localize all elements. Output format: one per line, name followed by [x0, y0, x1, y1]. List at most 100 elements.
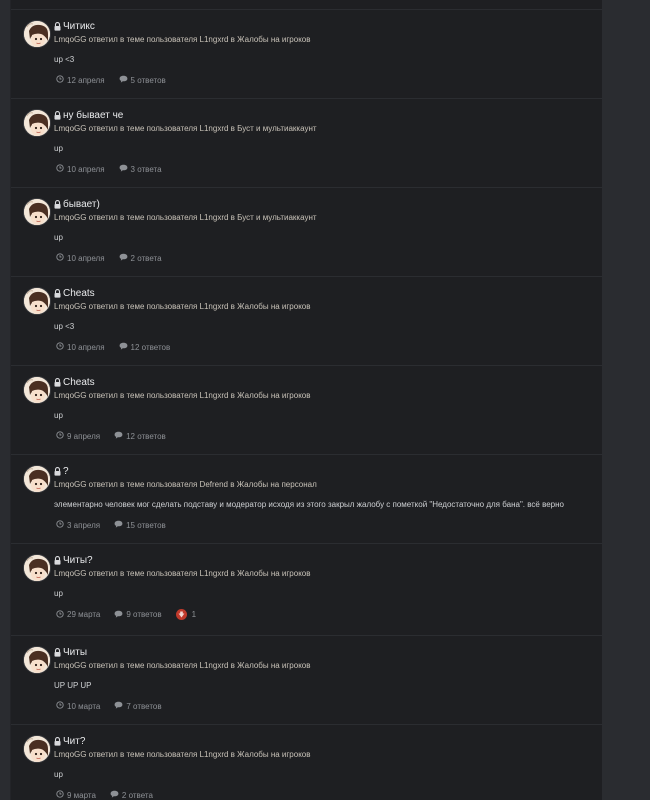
activity-meta: LmqoGG ответил в теме пользователя L1ngx…	[54, 35, 311, 44]
avatar[interactable]	[23, 376, 51, 404]
topic-title-link[interactable]: Читы?	[63, 555, 93, 566]
reply-count-text: 12 ответов	[130, 342, 171, 352]
reply-count-text: 2 ответа	[121, 790, 153, 800]
avatar[interactable]	[23, 465, 51, 493]
title-row: Читы	[54, 645, 87, 659]
post-snippet: up <3	[54, 322, 75, 331]
lock-icon	[54, 288, 61, 298]
item-stats: 9 марта 2 ответа	[56, 790, 167, 800]
title-row: ну бывает че	[54, 108, 123, 122]
avatar[interactable]	[23, 646, 51, 674]
item-stats: 10 марта 7 ответов	[56, 701, 176, 711]
lock-icon	[54, 110, 61, 120]
dislike-reaction-icon	[175, 609, 187, 620]
post-date-text: 29 марта	[67, 610, 101, 619]
post-snippet: up	[54, 770, 63, 779]
reaction[interactable]: 1	[175, 609, 197, 620]
post-snippet: элементарно человек мог сделать подставу…	[54, 500, 564, 509]
avatar[interactable]	[23, 735, 51, 763]
title-row: ?	[54, 464, 69, 478]
comment-icon	[114, 610, 126, 620]
avatar[interactable]	[23, 198, 51, 226]
comment-icon	[119, 253, 131, 263]
reply-count[interactable]: 3 ответа	[119, 164, 162, 174]
item-stats: 3 апреля 15 ответов	[56, 520, 180, 530]
activity-meta: LmqoGG ответил в теме пользователя L1ngx…	[54, 124, 317, 133]
comment-icon	[119, 75, 131, 85]
lock-icon	[54, 377, 61, 387]
title-row: Cheats	[54, 375, 95, 389]
reply-count-text: 7 ответов	[126, 701, 162, 711]
topic-title-link[interactable]: Cheats	[63, 288, 95, 299]
activity-meta: LmqoGG ответил в теме пользователя L1ngx…	[54, 213, 317, 222]
topic-title-link[interactable]: Cheats	[63, 377, 95, 388]
activity-item: ну бывает че LmqoGG ответил в теме польз…	[11, 99, 602, 188]
post-date: 9 апреля	[56, 431, 100, 441]
activity-item: Читы LmqoGG ответил в теме пользователя …	[11, 636, 602, 725]
title-row: Читы?	[54, 553, 93, 567]
post-date-text: 10 апреля	[67, 253, 105, 263]
activity-meta: LmqoGG ответил в теме пользователя L1ngx…	[54, 569, 311, 578]
post-snippet: up	[54, 144, 63, 153]
reply-count[interactable]: 12 ответов	[119, 342, 171, 352]
title-row: Читикс	[54, 19, 95, 33]
topic-title-link[interactable]: Читикс	[63, 21, 95, 32]
clock-icon	[56, 431, 67, 441]
comment-icon	[119, 342, 131, 352]
clock-icon	[56, 609, 67, 620]
title-row: бывает)	[54, 197, 100, 211]
avatar[interactable]	[23, 554, 51, 582]
post-snippet: up	[54, 233, 63, 242]
reply-count[interactable]: 12 ответов	[114, 431, 166, 441]
activity-meta: LmqoGG ответил в теме пользователя L1ngx…	[54, 750, 311, 759]
avatar[interactable]	[23, 287, 51, 315]
lock-icon	[54, 466, 61, 476]
activity-item: Cheats LmqoGG ответил в теме пользовател…	[11, 277, 602, 366]
post-date: 29 марта	[56, 609, 101, 620]
post-snippet: up <3	[54, 55, 75, 64]
reply-count-text: 3 ответа	[130, 164, 162, 174]
topic-title-link[interactable]: бывает)	[63, 199, 100, 210]
left-gutter	[0, 0, 10, 800]
activity-item: Читы? LmqoGG ответил в теме пользователя…	[11, 544, 602, 636]
avatar[interactable]	[23, 109, 51, 137]
post-date-text: 9 апреля	[67, 431, 101, 441]
reply-count-text: 2 ответа	[130, 253, 162, 263]
activity-meta: LmqoGG ответил в теме пользователя L1ngx…	[54, 302, 311, 311]
reply-count[interactable]: 7 ответов	[114, 701, 162, 711]
item-stats: 12 апреля 5 ответов	[56, 75, 180, 85]
reply-count[interactable]: 5 ответов	[119, 75, 166, 85]
post-date: 10 апреля	[56, 342, 105, 352]
item-stats: 10 апреля 12 ответов	[56, 342, 184, 352]
comment-icon	[114, 520, 126, 530]
activity-meta: LmqoGG ответил в теме пользователя L1ngx…	[54, 391, 311, 400]
clock-icon	[56, 342, 67, 352]
item-stats: 10 апреля 3 ответа	[56, 164, 176, 174]
lock-icon	[54, 199, 61, 209]
topic-title-link[interactable]: Читы	[63, 647, 87, 658]
lock-icon	[54, 555, 61, 565]
topic-title-link[interactable]: ну бывает че	[63, 110, 123, 121]
comment-icon	[119, 164, 131, 174]
topic-title-link[interactable]: ?	[63, 466, 69, 477]
reply-count[interactable]: 2 ответа	[110, 790, 153, 800]
reply-count-text: 9 ответов	[126, 610, 162, 619]
post-date: 12 апреля	[56, 75, 105, 85]
activity-item: Читикс LmqoGG ответил в теме пользовател…	[11, 10, 602, 99]
post-date-text: 9 марта	[67, 790, 96, 800]
lock-icon	[54, 647, 61, 657]
reply-count[interactable]: 9 ответов	[114, 610, 162, 620]
topic-title-link[interactable]: Чит?	[63, 736, 85, 747]
clock-icon	[56, 790, 67, 800]
post-date: 10 апреля	[56, 253, 105, 263]
reaction-count: 1	[191, 610, 197, 619]
reply-count[interactable]: 15 ответов	[114, 520, 166, 530]
avatar[interactable]	[23, 20, 51, 48]
activity-item: Cheats LmqoGG ответил в теме пользовател…	[11, 366, 602, 455]
clock-icon	[56, 701, 67, 711]
reply-count[interactable]: 2 ответа	[119, 253, 162, 263]
clock-icon	[56, 253, 67, 263]
item-stats: 10 апреля 2 ответа	[56, 253, 176, 263]
comment-icon	[110, 790, 122, 800]
post-date: 10 апреля	[56, 164, 105, 174]
